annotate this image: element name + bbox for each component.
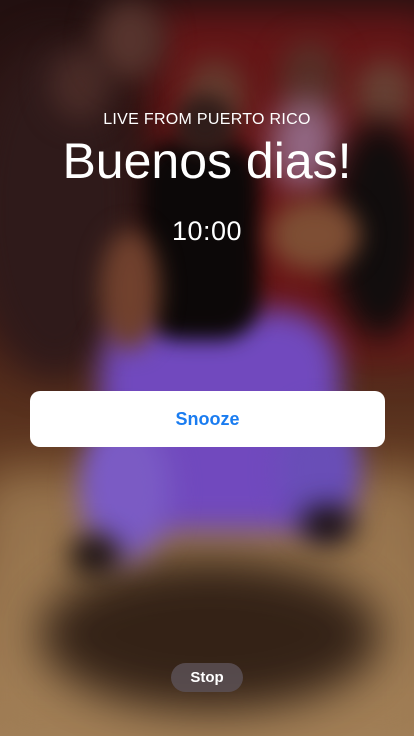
alarm-subtitle: LIVE FROM PUERTO RICO [103, 111, 311, 128]
alarm-screen: LIVE FROM PUERTO RICO Buenos dias! 10:00… [0, 0, 414, 736]
alarm-time: 10:00 [171, 216, 243, 246]
snooze-button[interactable]: Snooze [30, 391, 385, 447]
stop-button[interactable]: Stop [171, 663, 243, 692]
alarm-headline: Buenos dias! [62, 133, 352, 189]
